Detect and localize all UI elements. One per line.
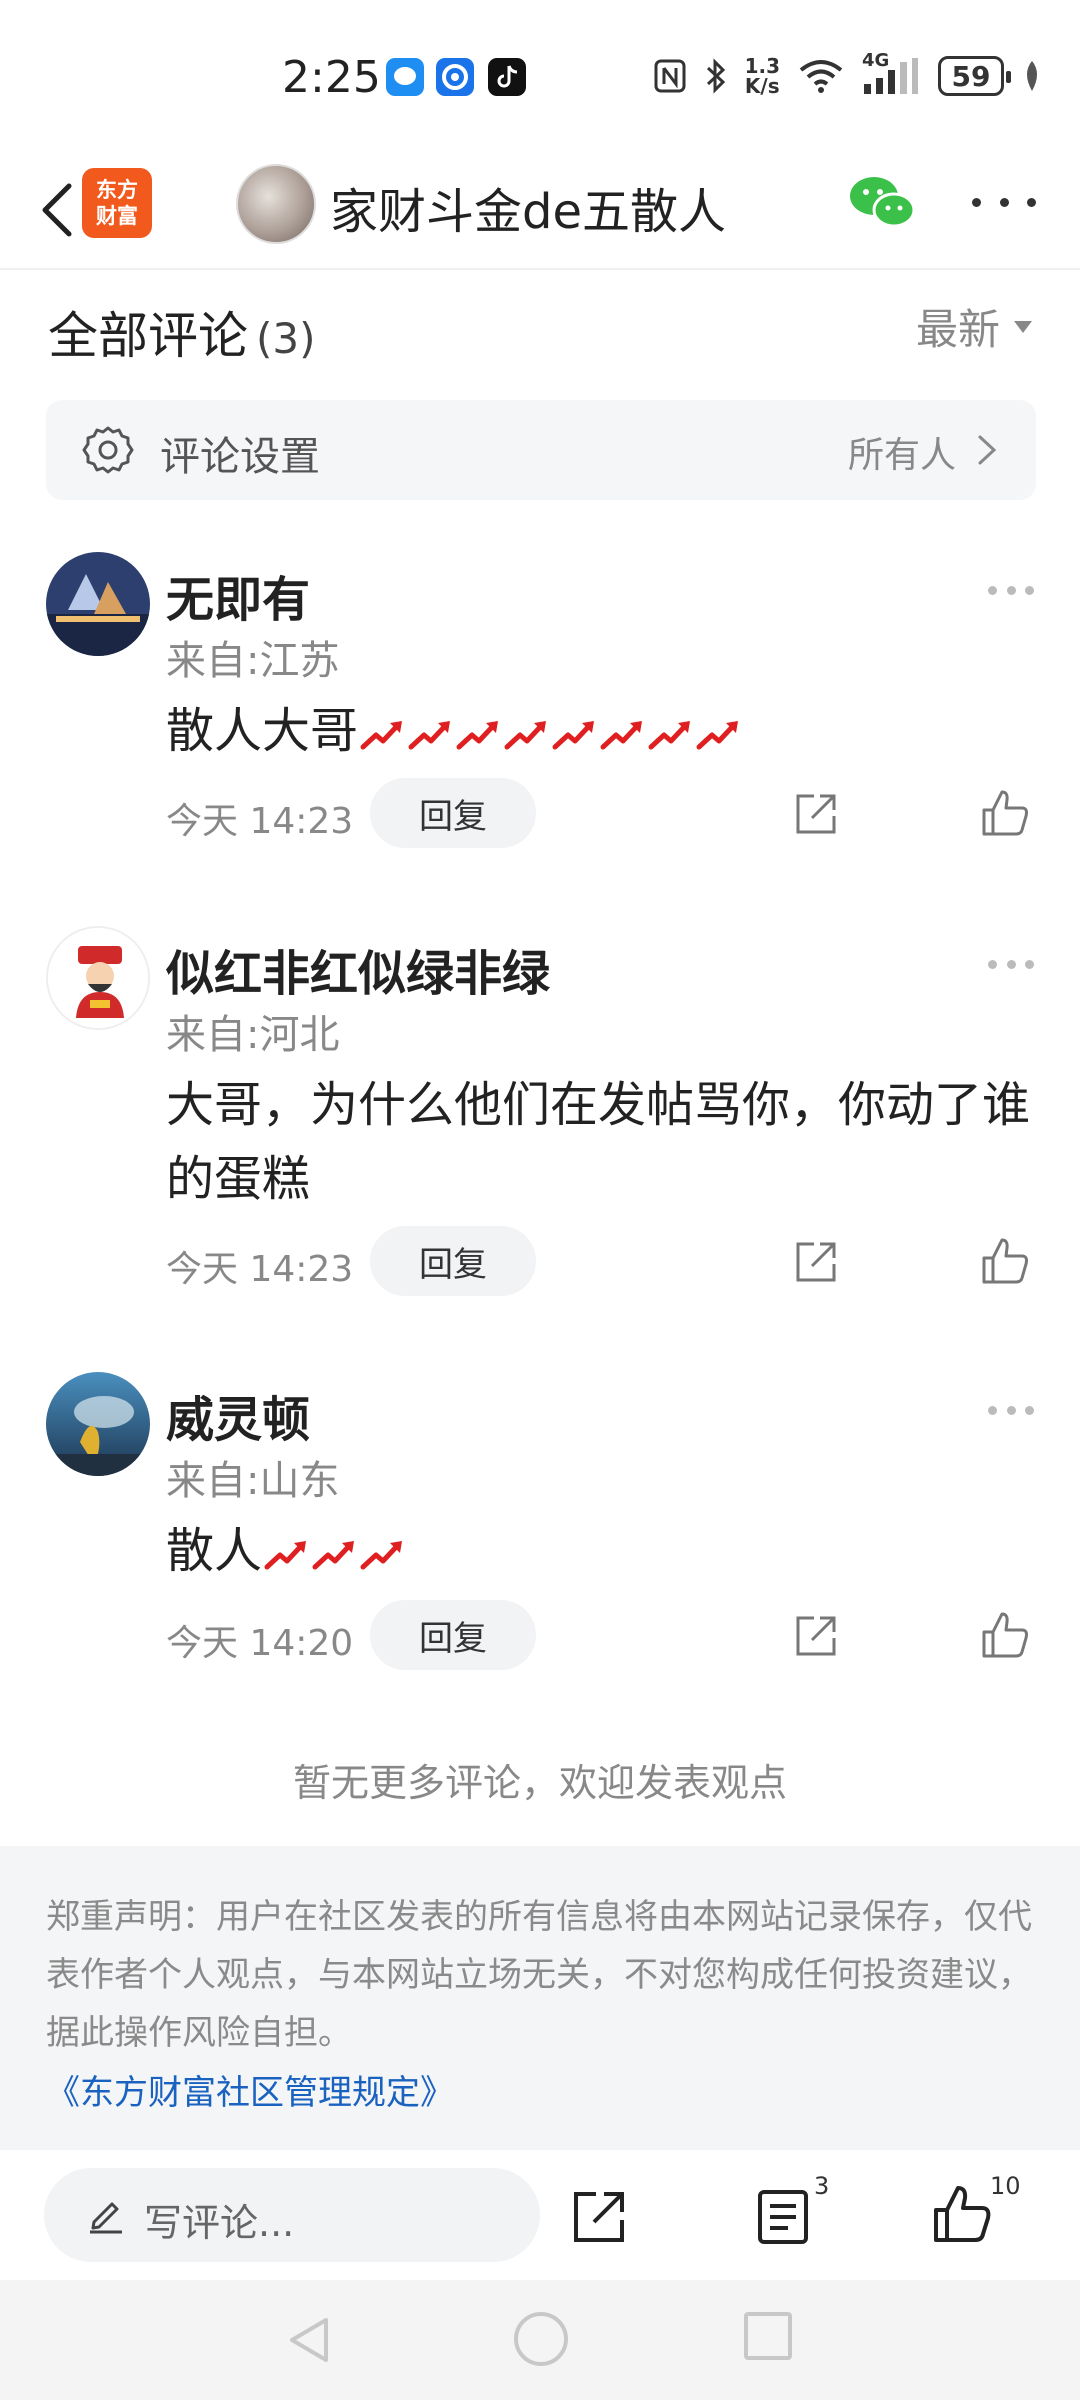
comment-time: 今天 14:23 (166, 801, 354, 842)
browser-app-icon (436, 58, 474, 96)
share-icon[interactable] (792, 790, 840, 838)
top-nav-bar: 东方 财富 家财斗金de五散人 (0, 150, 1080, 270)
leaf-icon (1027, 61, 1037, 91)
comment-time: 今天 14:20 (166, 1623, 354, 1664)
comments-section-title: 全部评论 (3) (48, 307, 316, 365)
chevron-right-icon (978, 435, 997, 465)
wechat-icon (850, 177, 916, 228)
avatar[interactable] (46, 1372, 150, 1476)
sort-dropdown[interactable]: 最新 (916, 296, 1032, 357)
signal-icon (864, 58, 918, 94)
rising-arrow-icon (552, 721, 595, 750)
rising-arrow-icon (360, 1541, 403, 1570)
bluetooth-icon (706, 58, 725, 94)
nfc-icon (654, 59, 686, 93)
comments-count: (3) (256, 314, 316, 363)
bottom-action-bar: 写评论... 3 10 (0, 2150, 1080, 2280)
commenter-name[interactable]: 威灵顿 (166, 1380, 310, 1450)
signal-indicator: 4G (862, 50, 920, 96)
commenter-location: 来自:河北 (166, 1012, 340, 1058)
like-icon[interactable] (980, 788, 1030, 838)
rising-arrow-icon (600, 721, 643, 750)
comment-text: 大哥，为什么他们在发帖骂你，你动了谁的蛋糕 (166, 1077, 1031, 1207)
rising-arrow-icon (456, 721, 499, 750)
caret-down-icon (1014, 320, 1032, 333)
system-home-icon[interactable] (514, 2312, 568, 2366)
wechat-share-button[interactable] (846, 172, 918, 234)
comment-settings-row[interactable]: 评论设置 所有人 (46, 400, 1036, 500)
write-comment-placeholder: 写评论... (144, 2201, 295, 2245)
battery-indicator: 59 (938, 56, 1011, 96)
wifi-icon (799, 60, 843, 93)
author-name[interactable]: 家财斗金de五散人 (330, 172, 726, 242)
disclaimer-text: 郑重声明：用户在社区发表的所有信息将由本网站记录保存，仅代表作者个人观点，与本网… (46, 1897, 1032, 2053)
likes-count-badge: 10 (990, 2172, 1021, 2200)
write-comment-input[interactable]: 写评论... (44, 2168, 540, 2262)
like-icon[interactable] (980, 1610, 1030, 1660)
rising-arrow-icon (264, 1541, 307, 1570)
comment-more-button[interactable] (988, 586, 1034, 606)
rise-icons (262, 1523, 406, 1579)
like-icon[interactable] (980, 1236, 1030, 1286)
comment-settings-value: 所有人 (847, 435, 956, 476)
system-navigation-bar (0, 2280, 1080, 2400)
status-time: 2:25 (282, 52, 381, 103)
comment-text: 散人 (166, 1514, 1036, 1588)
comment-time: 今天 14:23 (166, 1249, 354, 1290)
share-icon[interactable] (570, 2188, 628, 2246)
rising-arrow-icon (312, 1541, 355, 1570)
commenter-location: 来自:山东 (166, 1458, 340, 1504)
avatar[interactable] (46, 926, 150, 1030)
commenter-location: 来自:江苏 (166, 638, 340, 684)
tiktok-app-icon (488, 58, 526, 96)
back-arrow-icon (42, 183, 72, 237)
community-rules-link[interactable]: 《东方财富社区管理规定》 (46, 2064, 1034, 2122)
comment-text: 散人大哥 (166, 694, 1036, 768)
comment-settings-label: 评论设置 (160, 434, 320, 480)
rising-arrow-icon (504, 721, 547, 750)
no-more-comments: 暂无更多评论，欢迎发表观点 (292, 1761, 787, 1805)
eastmoney-logo[interactable]: 东方 财富 (82, 168, 152, 238)
comments-icon[interactable] (756, 2188, 810, 2246)
rising-arrow-icon (360, 721, 403, 750)
rising-arrow-icon (696, 721, 739, 750)
share-icon[interactable] (792, 1612, 840, 1660)
commenter-name[interactable]: 无即有 (166, 560, 310, 630)
status-indicators: 1.3 K/s 4G 59 (653, 50, 1042, 98)
reply-button[interactable]: 回复 (370, 1226, 536, 1296)
commenter-name[interactable]: 似红非红似绿非绿 (166, 934, 550, 1004)
disclaimer-panel: 郑重声明：用户在社区发表的所有信息将由本网站记录保存，仅代表作者个人观点，与本网… (0, 1846, 1080, 2150)
comment-more-button[interactable] (988, 1406, 1034, 1426)
author-avatar[interactable] (236, 164, 316, 244)
net-speed: 1.3 K/s (744, 54, 780, 98)
rising-arrow-icon (648, 721, 691, 750)
rising-arrow-icon (408, 721, 451, 750)
comment-more-button[interactable] (988, 960, 1034, 980)
like-icon[interactable] (932, 2184, 992, 2244)
gear-icon (82, 426, 134, 474)
more-options-button[interactable] (972, 174, 1036, 230)
system-recents-icon[interactable] (744, 2312, 792, 2360)
comments-count-badge: 3 (814, 2172, 830, 2200)
reply-button[interactable]: 回复 (370, 778, 536, 848)
status-bar: 2:25 1.3 K/s 4G 59 (0, 0, 1080, 150)
system-back-icon[interactable] (284, 2314, 334, 2366)
share-icon[interactable] (792, 1238, 840, 1286)
message-app-icon (386, 58, 424, 96)
reply-button[interactable]: 回复 (370, 1600, 536, 1670)
rise-icons (358, 703, 742, 759)
avatar[interactable] (46, 552, 150, 656)
pencil-icon (90, 2202, 122, 2234)
